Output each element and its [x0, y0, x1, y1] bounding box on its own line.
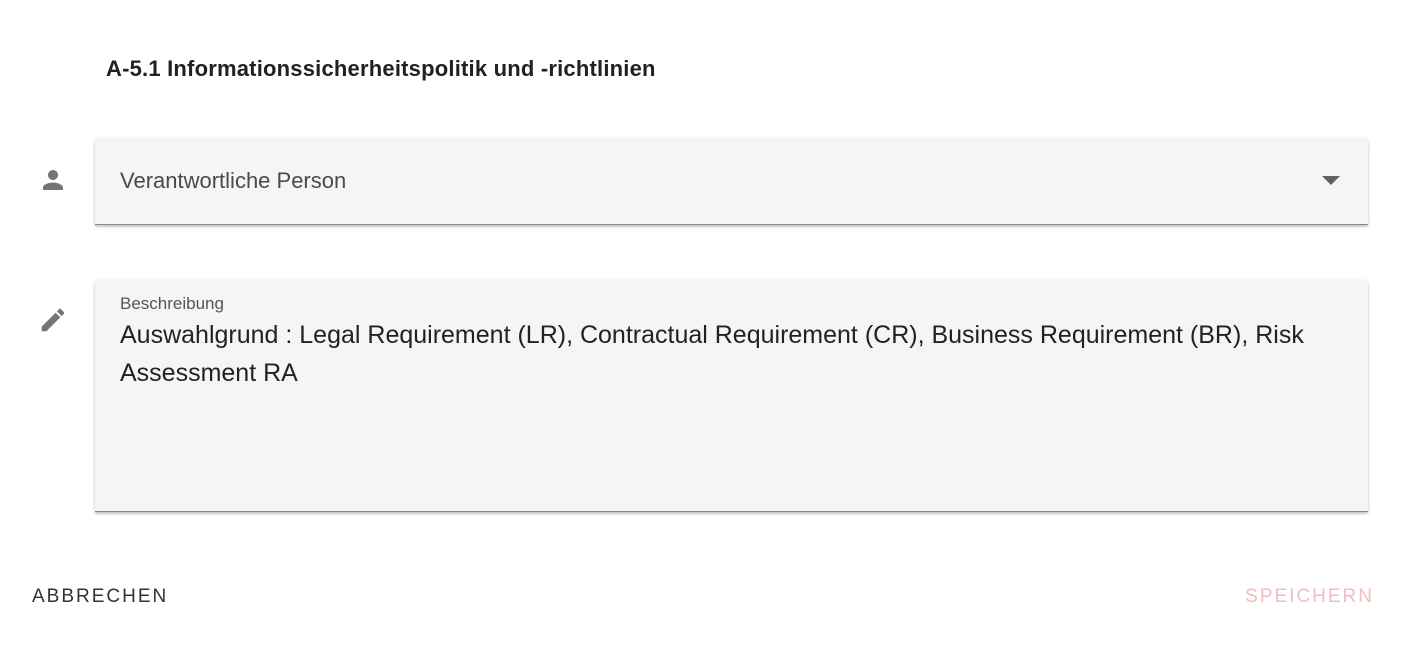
description-textarea[interactable]: Beschreibung Auswahlgrund : Legal Requir… [95, 280, 1368, 512]
chevron-down-icon[interactable] [1322, 176, 1340, 185]
edit-control-dialog: A-5.1 Informationssicherheitspolitik und… [0, 0, 1406, 648]
cancel-button[interactable]: ABBRECHEN [32, 586, 168, 608]
responsible-person-placeholder: Verantwortliche Person [120, 168, 347, 193]
edit-icon [36, 303, 70, 337]
description-label: Beschreibung [120, 294, 224, 313]
dialog-title: A-5.1 Informationssicherheitspolitik und… [106, 56, 656, 81]
description-value[interactable]: Auswahlgrund : Legal Requirement (LR), C… [120, 316, 1335, 392]
person-icon [36, 163, 70, 197]
responsible-person-select[interactable]: Verantwortliche Person [95, 138, 1368, 225]
save-button[interactable]: SPEICHERN [1245, 586, 1374, 608]
